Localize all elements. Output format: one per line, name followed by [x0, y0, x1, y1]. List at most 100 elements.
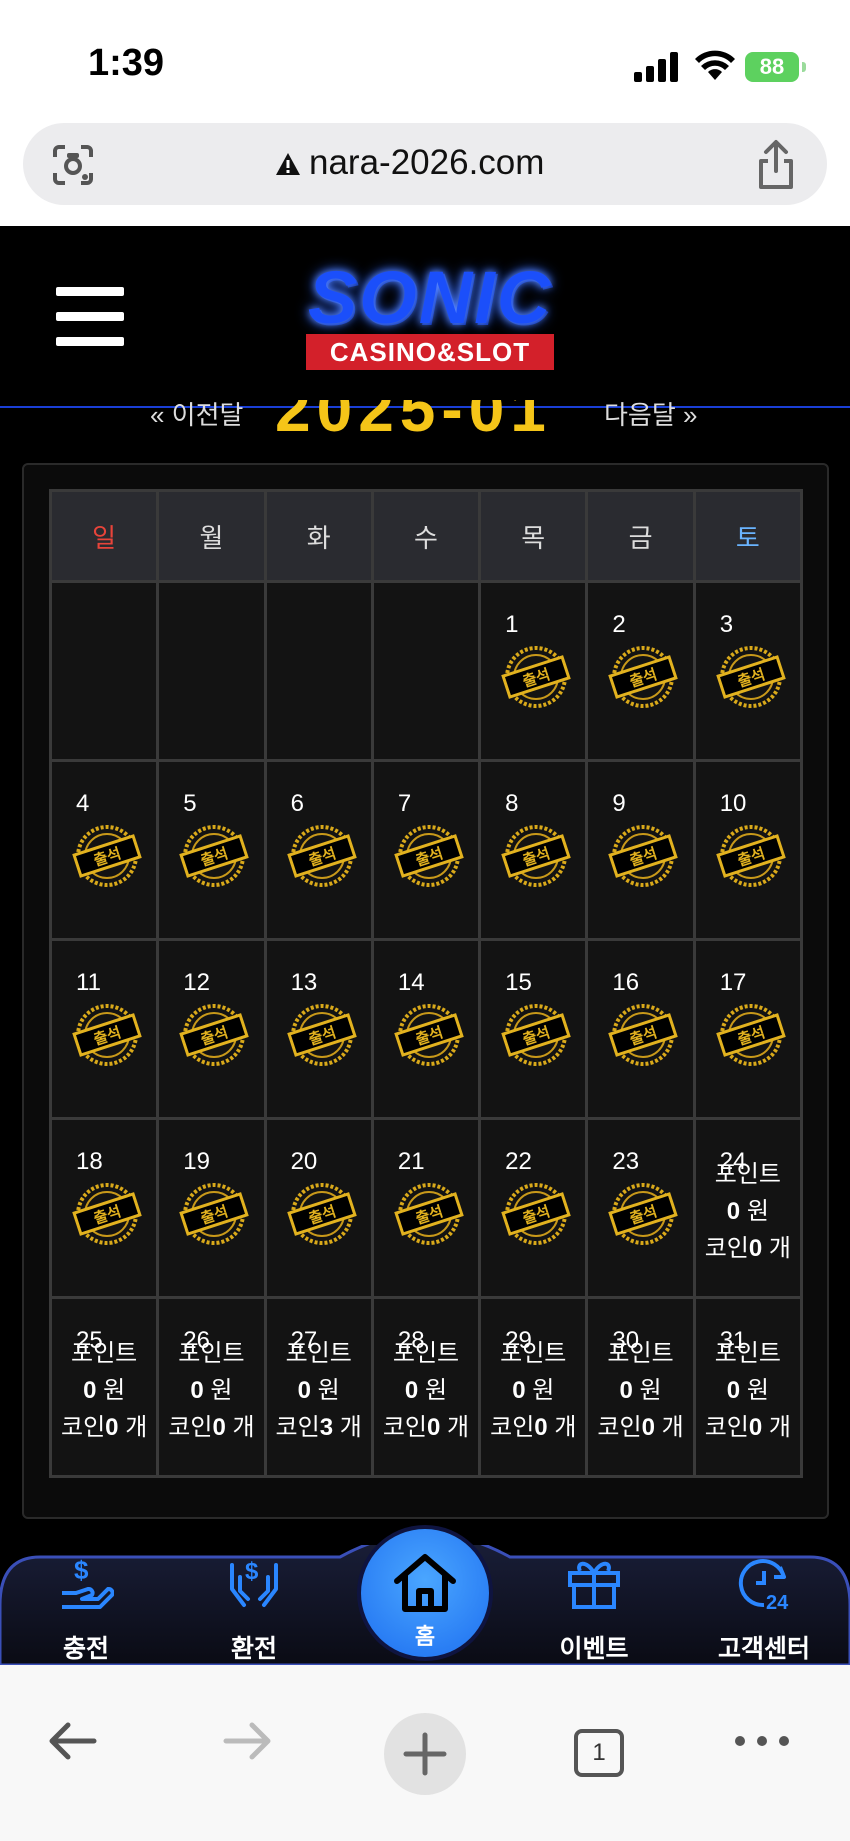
calendar-day-cell: 4 출석 — [48, 759, 160, 941]
day-reward-info: 포인트 0 원 코인0 개 — [696, 1335, 800, 1446]
day-number: 6 — [290, 790, 304, 817]
calendar-day-cell: 23 출석 — [585, 1117, 696, 1299]
weekday-tuesday: 화 — [263, 489, 374, 583]
won-unit: 원 — [210, 1377, 233, 1404]
coin-value: 0 — [427, 1414, 441, 1441]
day-number: 10 — [719, 790, 747, 817]
coin-label: 코인 — [382, 1414, 427, 1441]
day-reward-info: 포인트 0 원 코인0 개 — [588, 1335, 692, 1446]
attendance-stamp-icon: 출석 — [394, 1004, 464, 1066]
prev-month-link[interactable]: « 이전달 — [150, 400, 243, 430]
won-unit: 원 — [746, 1377, 769, 1404]
calendar-table: 일 월 화 수 목 금 토 1 출석 2 출석 3 출석 4 출석 5 출석 6 출석 7 출석 8 출석 9 출… — [48, 489, 804, 1478]
day-number: 4 — [76, 790, 90, 817]
tab-switcher-button[interactable]: 1 — [574, 1729, 624, 1777]
weekday-header-row: 일 월 화 수 목 금 토 — [48, 489, 804, 583]
forward-arrow-icon[interactable] — [220, 1713, 276, 1769]
charge-icon: $ — [62, 1555, 114, 1609]
hamburger-menu-icon[interactable] — [56, 287, 124, 347]
calendar-day-cell: 5 출석 — [156, 759, 267, 941]
url-text[interactable]: nara-2026.com — [309, 143, 544, 183]
svg-text:$: $ — [245, 1558, 259, 1585]
day-reward-info: 포인트 0 원 코인0 개 — [159, 1335, 263, 1446]
nav-home[interactable]: 홈 — [361, 1529, 489, 1657]
attendance-stamp-icon: 출석 — [394, 1183, 464, 1245]
address-bar[interactable]: nara-2026.com — [23, 123, 827, 205]
attendance-stamp-icon: 출석 — [501, 646, 571, 708]
day-number: 3 — [719, 611, 734, 638]
day-reward-info: 포인트 0 원 코인3 개 — [267, 1335, 371, 1446]
next-month-link[interactable]: 다음달 » — [604, 400, 697, 430]
day-number: 20 — [290, 1148, 318, 1175]
weekday-sunday: 일 — [48, 489, 160, 583]
won-unit: 원 — [746, 1198, 769, 1225]
share-icon[interactable] — [753, 139, 799, 191]
attendance-stamp-icon: 출석 — [72, 1004, 142, 1066]
calendar-day-cell: 26 포인트 0 원 코인0 개 — [156, 1296, 267, 1478]
day-number: 8 — [505, 790, 519, 817]
coin-label: 코인 — [490, 1414, 535, 1441]
day-number: 17 — [719, 969, 747, 996]
point-value: 0 — [83, 1377, 97, 1404]
24h-support-icon: 24 — [738, 1559, 789, 1611]
weekday-friday: 금 — [585, 489, 696, 583]
plus-icon — [403, 1732, 447, 1776]
nav-charge[interactable]: $ 충전 — [16, 1545, 156, 1665]
point-value: 0 — [190, 1377, 204, 1404]
calendar-week-row: 18 출석 19 출석 20 출석 21 출석 22 출석 23 출석 24 포인트 0 원 코인0 개 — [48, 1117, 804, 1299]
more-menu-icon[interactable] — [732, 1713, 792, 1769]
calendar-day-cell: 17 출석 — [692, 938, 804, 1120]
attendance-stamp-icon: 출석 — [72, 825, 142, 887]
weekday-saturday: 토 — [692, 489, 804, 583]
nav-support[interactable]: 24 고객센터 — [694, 1545, 834, 1665]
calendar-day-cell: 6 출석 — [263, 759, 374, 941]
weekday-monday: 월 — [156, 489, 267, 583]
svg-text:$: $ — [74, 1555, 89, 1585]
coin-label: 코인 — [60, 1414, 106, 1441]
calendar-day-cell: 12 출석 — [156, 938, 267, 1120]
coin-unit: 개 — [339, 1414, 362, 1441]
day-number: 15 — [505, 969, 532, 996]
calendar-day-cell: 9 출석 — [585, 759, 696, 941]
point-value: 0 — [726, 1198, 741, 1225]
won-unit: 원 — [532, 1377, 555, 1404]
day-number: 5 — [183, 790, 197, 817]
calendar-empty-cell — [48, 580, 160, 762]
day-reward-info: 포인트 0 원 코인0 개 — [52, 1335, 156, 1446]
site-logo[interactable]: SONIC CASINO&SLOT — [282, 261, 578, 374]
calendar-day-cell: 18 출석 — [48, 1117, 160, 1299]
attendance-stamp-icon: 출석 — [608, 646, 679, 708]
nav-support-label: 고객센터 — [717, 1635, 810, 1663]
coin-label: 코인 — [704, 1414, 749, 1441]
point-label: 포인트 — [178, 1340, 245, 1367]
point-label: 포인트 — [500, 1340, 567, 1367]
google-lens-icon[interactable] — [51, 143, 95, 187]
attendance-stamp-icon: 출석 — [286, 825, 357, 887]
back-arrow-icon[interactable] — [44, 1713, 100, 1769]
point-value: 0 — [297, 1377, 311, 1404]
point-label: 포인트 — [392, 1340, 460, 1367]
day-number: 12 — [183, 969, 210, 996]
day-reward-info: 포인트 0 원 코인0 개 — [696, 1156, 800, 1267]
coin-unit: 개 — [768, 1414, 791, 1441]
nav-event[interactable]: 이벤트 — [524, 1545, 664, 1665]
day-number: 11 — [76, 969, 101, 996]
attendance-stamp-icon: 출석 — [179, 1183, 250, 1245]
coin-value: 3 — [319, 1414, 334, 1441]
coin-label: 코인 — [597, 1414, 642, 1441]
status-bar: 1:39 88 — [0, 0, 850, 120]
exchange-icon: $ — [230, 1558, 278, 1607]
coin-unit: 개 — [661, 1414, 684, 1441]
attendance-stamp-icon: 출석 — [501, 1004, 571, 1066]
point-label: 포인트 — [714, 1161, 781, 1188]
coin-label: 코인 — [704, 1235, 749, 1262]
nav-exchange[interactable]: $ 환전 — [184, 1545, 324, 1665]
won-unit: 원 — [103, 1377, 126, 1404]
calendar-day-cell: 11 출석 — [48, 938, 160, 1120]
day-number: 1 — [505, 611, 519, 638]
attendance-stamp-icon: 출석 — [501, 1183, 571, 1245]
wifi-icon — [695, 50, 735, 80]
browser-toolbar: 1 — [0, 1665, 850, 1841]
new-tab-button[interactable] — [384, 1713, 466, 1795]
calendar-week-row: 11 출석 12 출석 13 출석 14 출석 15 출석 16 출석 17 출석 — [48, 938, 804, 1120]
